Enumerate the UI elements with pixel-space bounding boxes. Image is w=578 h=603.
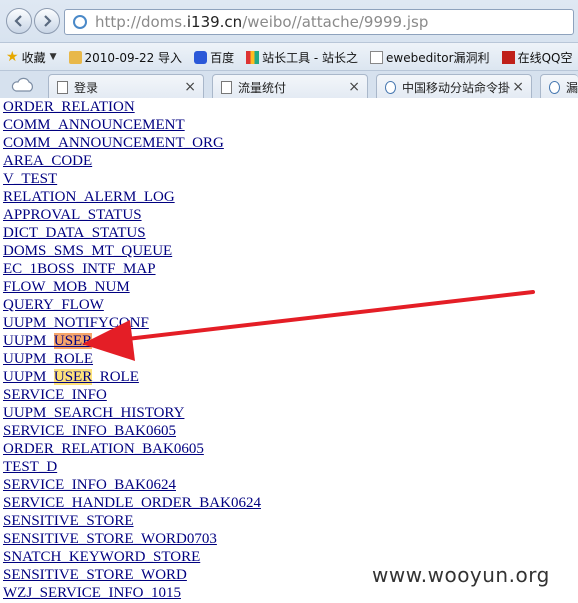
table-link[interactable]: RELATION_ALERM_LOG: [3, 189, 175, 205]
table-link[interactable]: SNATCH_KEYWORD_STORE: [3, 549, 200, 565]
cloud-icon[interactable]: [10, 77, 36, 93]
page-content: ORDER_RELATION COMM_ANNOUNCEMENT COMM_ANNO…: [0, 98, 578, 603]
table-link[interactable]: FLOW_MOB_NUM: [3, 279, 130, 295]
bookmark-item[interactable]: ewebeditor漏洞利: [370, 49, 490, 66]
table-link[interactable]: UUPM_SEARCH_HISTORY: [3, 405, 184, 421]
list-item: RELATION_ALERM_LOG: [3, 188, 261, 206]
star-icon: ★: [6, 48, 19, 65]
list-item: COMM_ANNOUNCEMENT: [3, 116, 261, 134]
address-row: http://doms.i139.cn/weibo//attache/9999.…: [0, 0, 578, 42]
table-link[interactable]: SENSITIVE_STORE_WORD0703: [3, 531, 217, 547]
url-text: http://doms.i139.cn/weibo//attache/9999.…: [95, 13, 429, 31]
back-button[interactable]: [6, 8, 32, 34]
address-bar[interactable]: http://doms.i139.cn/weibo//attache/9999.…: [64, 9, 574, 35]
watermark: www.wooyun.org: [372, 563, 550, 587]
table-link[interactable]: SENSITIVE_STORE_WORD: [3, 567, 187, 583]
list-item: COMM_ANNOUNCEMENT_ORG: [3, 134, 261, 152]
globe-icon: [549, 80, 560, 94]
table-link[interactable]: UUPM_ROLE: [3, 351, 93, 367]
doc-icon: [370, 50, 384, 64]
list-item: WZJ_SERVICE_INFO_1015: [3, 584, 261, 602]
table-link[interactable]: AREA_CODE: [3, 153, 92, 169]
table-link[interactable]: SERVICE_INFO_BAK0605: [3, 423, 176, 439]
list-item: AREA_CODE: [3, 152, 261, 170]
list-item: UUPM_USER: [3, 332, 261, 350]
tab-china-mobile[interactable]: 中国移动分站命令掛 ×: [376, 74, 532, 99]
table-link[interactable]: EC_1BOSS_INTF_MAP: [3, 261, 156, 277]
list-item: SERVICE_INFO: [3, 386, 261, 404]
lu-icon: [501, 50, 515, 64]
list-item: FLOW_MOB_NUM: [3, 278, 261, 296]
list-item: V_TEST: [3, 170, 261, 188]
table-link[interactable]: V_TEST: [3, 171, 57, 187]
list-item: SERVICE_HANDLE_ORDER_BAK0624: [3, 494, 261, 512]
bookmark-item[interactable]: 在线QQ空: [501, 49, 572, 66]
list-item: UUPM_ROLE: [3, 350, 261, 368]
table-link[interactable]: UUPM_USER_ROLE: [3, 369, 139, 385]
table-link[interactable]: TEST_D: [3, 459, 57, 475]
list-item: SENSITIVE_STORE_WORD0703: [3, 530, 261, 548]
table-link[interactable]: WZJ_SERVICE_INFO_1015: [3, 585, 181, 601]
tab-partial[interactable]: 漏: [540, 74, 578, 99]
page-icon: [73, 15, 87, 29]
browser-chrome: http://doms.i139.cn/weibo//attache/9999.…: [0, 0, 578, 99]
table-link[interactable]: SERVICE_INFO_BAK0624: [3, 477, 176, 493]
bookmark-item[interactable]: 百度: [194, 49, 234, 66]
tab-login[interactable]: 登录 ×: [48, 74, 204, 99]
list-item: APPROVAL_STATUS: [3, 206, 261, 224]
list-item: SNATCH_KEYWORD_STORE: [3, 548, 261, 566]
table-link[interactable]: ORDER_RELATION_BAK0605: [3, 441, 204, 457]
list-item: UUPM_NOTIFYCONF: [3, 314, 261, 332]
list-item: SERVICE_INFO_BAK0605: [3, 422, 261, 440]
table-link[interactable]: SERVICE_INFO: [3, 387, 107, 403]
table-link[interactable]: COMM_ANNOUNCEMENT_ORG: [3, 135, 224, 151]
close-icon[interactable]: ×: [348, 79, 360, 95]
folder-icon: [68, 50, 82, 64]
table-link[interactable]: QUERY_FLOW: [3, 297, 104, 313]
table-link[interactable]: DOMS_SMS_MT_QUEUE: [3, 243, 172, 259]
table-link[interactable]: COMM_ANNOUNCEMENT: [3, 117, 185, 133]
tab-bar: 登录 × 流量统付 × 中国移动分站命令掛 × 漏: [0, 70, 578, 99]
search-highlight: USER: [53, 369, 93, 385]
table-link[interactable]: UUPM_NOTIFYCONF: [3, 315, 149, 331]
list-item: ORDER_RELATION: [3, 98, 261, 116]
search-highlight: USER: [53, 333, 93, 349]
tool-icon: [246, 50, 260, 64]
tab-traffic[interactable]: 流量统付 ×: [212, 74, 368, 99]
list-item: UUPM_USER_ROLE: [3, 368, 261, 386]
page-icon: [221, 80, 232, 94]
page-icon: [57, 80, 68, 94]
table-link[interactable]: ORDER_RELATION: [3, 99, 135, 115]
list-item: ORDER_RELATION_BAK0605: [3, 440, 261, 458]
chevron-down-icon: ▼: [49, 52, 57, 62]
forward-button[interactable]: [34, 8, 60, 34]
arrow-right-icon: [44, 15, 52, 27]
list-item: EC_1BOSS_INTF_MAP: [3, 260, 261, 278]
table-link[interactable]: SENSITIVE_STORE: [3, 513, 134, 529]
bookmark-favorites[interactable]: ★ 收藏 ▼: [6, 49, 57, 66]
list-item: QUERY_FLOW: [3, 296, 261, 314]
table-link-list: ORDER_RELATION COMM_ANNOUNCEMENT COMM_ANNO…: [3, 98, 261, 602]
list-item: UUPM_SEARCH_HISTORY: [3, 404, 261, 422]
arrow-left-icon: [14, 15, 22, 27]
table-link[interactable]: SERVICE_HANDLE_ORDER_BAK0624: [3, 495, 261, 511]
close-icon[interactable]: ×: [184, 79, 196, 95]
list-item: SENSITIVE_STORE_WORD: [3, 566, 261, 584]
bookmark-item[interactable]: 2010-09-22 导入: [68, 49, 182, 66]
list-item: TEST_D: [3, 458, 261, 476]
list-item: DICT_DATA_STATUS: [3, 224, 261, 242]
table-link[interactable]: UUPM_USER: [3, 333, 93, 349]
list-item: SERVICE_INFO_BAK0624: [3, 476, 261, 494]
list-item: DOMS_SMS_MT_QUEUE: [3, 242, 261, 260]
globe-icon: [385, 80, 396, 94]
baidu-icon: [194, 50, 208, 64]
table-link[interactable]: APPROVAL_STATUS: [3, 207, 142, 223]
bookmarks-bar: ★ 收藏 ▼ 2010-09-22 导入 百度 站长工具 - 站长之 ewebe…: [0, 42, 578, 71]
bookmark-item[interactable]: 站长工具 - 站长之: [246, 49, 358, 66]
table-link[interactable]: DICT_DATA_STATUS: [3, 225, 146, 241]
list-item: SENSITIVE_STORE: [3, 512, 261, 530]
close-icon[interactable]: ×: [512, 79, 524, 95]
